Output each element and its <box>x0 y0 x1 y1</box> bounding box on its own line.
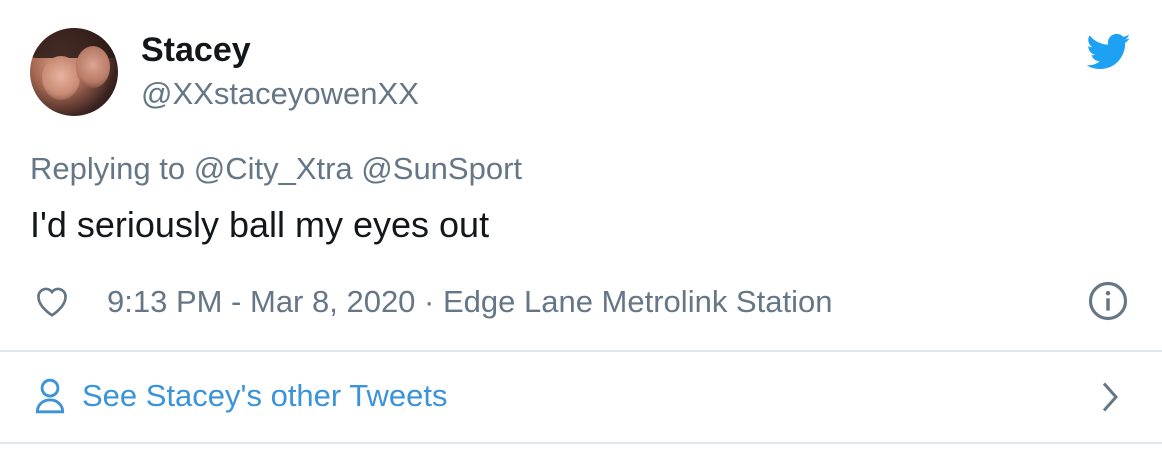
reply-mention-sunsport[interactable]: @SunSport <box>361 151 522 186</box>
see-other-tweets-label[interactable]: See Stacey's other Tweets <box>82 376 448 416</box>
display-name[interactable]: Stacey <box>141 30 251 70</box>
twitter-bird-icon[interactable] <box>1087 32 1131 72</box>
reply-prefix: Replying to <box>30 151 186 186</box>
heart-icon[interactable] <box>34 284 70 318</box>
user-handle[interactable]: @XXstaceyowenXX <box>141 75 419 113</box>
reply-mention-city-xtra[interactable]: @City_Xtra <box>194 151 353 186</box>
person-icon <box>35 378 65 414</box>
chevron-right-icon[interactable] <box>1097 379 1123 415</box>
avatar-face-right <box>76 46 110 88</box>
tweet-timestamp-location[interactable]: 9:13 PM - Mar 8, 2020 · Edge Lane Metrol… <box>107 282 832 322</box>
avatar[interactable] <box>30 28 118 116</box>
tweet-text: I'd seriously ball my eyes out <box>30 204 490 245</box>
reply-context: Replying to @City_Xtra @SunSport <box>30 150 522 188</box>
avatar-face-left <box>42 56 80 100</box>
embedded-tweet: Stacey @XXstaceyowenXX Replying to @City… <box>0 0 1162 450</box>
info-icon[interactable] <box>1087 280 1129 322</box>
tweet-meta-row: 9:13 PM - Mar 8, 2020 · Edge Lane Metrol… <box>30 280 1140 324</box>
see-other-tweets-link[interactable]: See Stacey's other Tweets <box>0 352 1162 442</box>
divider-bottom <box>0 442 1162 444</box>
